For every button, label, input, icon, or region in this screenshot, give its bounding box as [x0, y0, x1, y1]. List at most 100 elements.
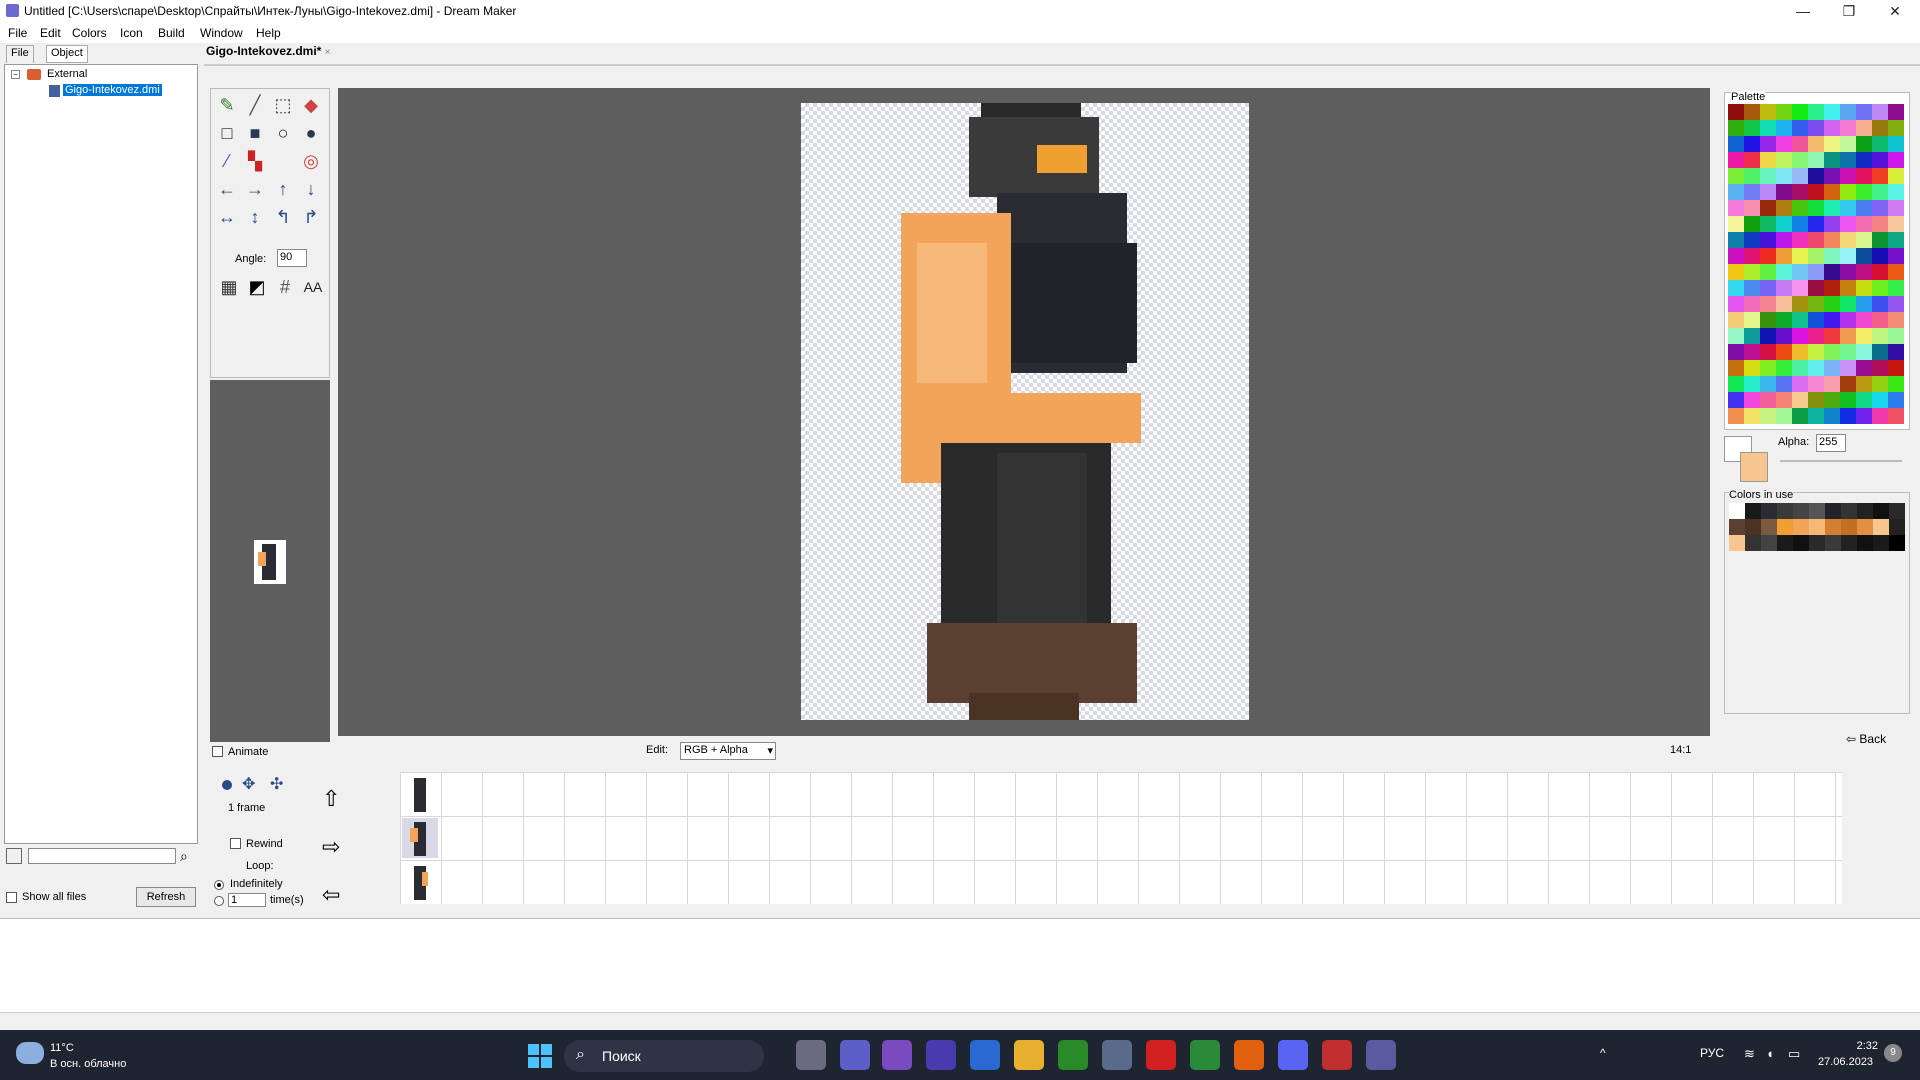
palette-swatch[interactable]	[1824, 120, 1840, 136]
palette-swatch[interactable]	[1888, 344, 1904, 360]
used-color-swatch[interactable]	[1873, 535, 1889, 551]
palette-swatch[interactable]	[1872, 392, 1888, 408]
arrow-right-icon[interactable]: ⇨	[322, 834, 340, 860]
palette-swatch[interactable]	[1744, 216, 1760, 232]
palette-swatch[interactable]	[1792, 184, 1808, 200]
palette-swatch[interactable]	[1728, 392, 1744, 408]
palette-swatch[interactable]	[1776, 168, 1792, 184]
palette-swatch[interactable]	[1824, 408, 1840, 424]
used-color-swatch[interactable]	[1857, 535, 1873, 551]
frame-thumb[interactable]	[402, 818, 438, 858]
palette-swatch[interactable]	[1856, 280, 1872, 296]
palette-swatch[interactable]	[1728, 408, 1744, 424]
palette-swatch[interactable]	[1760, 248, 1776, 264]
palette-swatch[interactable]	[1776, 264, 1792, 280]
palette-swatch[interactable]	[1808, 408, 1824, 424]
palette-swatch[interactable]	[1728, 232, 1744, 248]
menu-icon[interactable]: Icon	[120, 26, 143, 40]
menu-window[interactable]: Window	[200, 26, 243, 40]
palette-swatch[interactable]	[1856, 168, 1872, 184]
palette-swatch[interactable]	[1856, 232, 1872, 248]
used-color-swatch[interactable]	[1825, 535, 1841, 551]
palette-swatch[interactable]	[1840, 200, 1856, 216]
filled-rectangle-icon[interactable]: ■	[243, 121, 267, 145]
palette-swatch[interactable]	[1744, 408, 1760, 424]
notification-badge[interactable]: 9	[1884, 1044, 1902, 1062]
palette-swatch[interactable]	[1872, 136, 1888, 152]
palette-swatch[interactable]	[1760, 104, 1776, 120]
tree-root[interactable]: External	[47, 68, 87, 80]
game-icon[interactable]	[1322, 1040, 1352, 1070]
palette-swatch[interactable]	[1856, 296, 1872, 312]
grid-icon[interactable]: ▦	[217, 275, 241, 299]
palette-swatch[interactable]	[1856, 344, 1872, 360]
palette-swatch[interactable]	[1808, 360, 1824, 376]
close-button[interactable]: ✕	[1872, 0, 1918, 24]
palette-swatch[interactable]	[1840, 136, 1856, 152]
palette-swatch[interactable]	[1872, 168, 1888, 184]
palette-swatch[interactable]	[1792, 392, 1808, 408]
used-color-swatch[interactable]	[1761, 503, 1777, 519]
used-color-swatch[interactable]	[1745, 535, 1761, 551]
palette-swatch[interactable]	[1760, 328, 1776, 344]
palette-swatch[interactable]	[1872, 232, 1888, 248]
palette-swatch[interactable]	[1888, 392, 1904, 408]
rewind-checkbox[interactable]	[230, 838, 241, 849]
palette-swatch[interactable]	[1776, 152, 1792, 168]
palette-swatch[interactable]	[1808, 136, 1824, 152]
palette-swatch[interactable]	[1792, 312, 1808, 328]
palette-swatch[interactable]	[1776, 104, 1792, 120]
palette-swatch[interactable]	[1728, 184, 1744, 200]
palette-swatch[interactable]	[1808, 104, 1824, 120]
palette-swatch[interactable]	[1760, 296, 1776, 312]
arrow-up-icon[interactable]: ↑	[271, 177, 295, 201]
palette-swatch[interactable]	[1744, 392, 1760, 408]
palette-swatch[interactable]	[1808, 200, 1824, 216]
palette-swatch[interactable]	[1840, 216, 1856, 232]
frame-grid[interactable]	[400, 772, 1842, 904]
used-color-swatch[interactable]	[1729, 519, 1745, 535]
palette-swatch[interactable]	[1728, 264, 1744, 280]
maximize-button[interactable]: ❐	[1826, 0, 1872, 24]
palette-swatch[interactable]	[1840, 296, 1856, 312]
palette-swatch[interactable]	[1776, 296, 1792, 312]
palette-swatch[interactable]	[1808, 392, 1824, 408]
palette-swatch[interactable]	[1824, 296, 1840, 312]
document-tab[interactable]: Gigo-Intekovez.dmi* ×	[206, 44, 331, 64]
palette-swatch[interactable]	[1808, 344, 1824, 360]
edit-mode-select[interactable]: RGB + Alpha ▾	[680, 742, 776, 760]
used-color-swatch[interactable]	[1873, 503, 1889, 519]
palette-swatch[interactable]	[1728, 104, 1744, 120]
palette-swatch[interactable]	[1840, 328, 1856, 344]
eyedropper-icon[interactable]: ⁄	[215, 149, 239, 173]
arrow-left-icon[interactable]: ←	[215, 177, 239, 201]
palette-swatch[interactable]	[1808, 280, 1824, 296]
palette-swatch[interactable]	[1840, 120, 1856, 136]
palette-swatch[interactable]	[1728, 328, 1744, 344]
zoom-level[interactable]: 14:1	[1670, 744, 1691, 756]
palette-swatch[interactable]	[1792, 328, 1808, 344]
palette-swatch[interactable]	[1792, 200, 1808, 216]
palette-swatch[interactable]	[1792, 264, 1808, 280]
palette-swatch[interactable]	[1760, 152, 1776, 168]
used-color-swatch[interactable]	[1761, 519, 1777, 535]
explorer-icon[interactable]	[1014, 1040, 1044, 1070]
used-color-swatch[interactable]	[1825, 519, 1841, 535]
used-color-swatch[interactable]	[1729, 503, 1745, 519]
used-color-swatch[interactable]	[1825, 503, 1841, 519]
discord-icon[interactable]	[1278, 1040, 1308, 1070]
dream-maker-icon[interactable]	[1366, 1040, 1396, 1070]
used-color-swatch[interactable]	[1809, 519, 1825, 535]
palette-swatch[interactable]	[1856, 376, 1872, 392]
palette-swatch[interactable]	[1840, 376, 1856, 392]
palette-swatch[interactable]	[1840, 168, 1856, 184]
rectangle-icon[interactable]: □	[215, 121, 239, 145]
palette-swatch[interactable]	[1808, 168, 1824, 184]
search-box[interactable]: ⌕ Поиск	[564, 1040, 764, 1072]
back-button[interactable]: ⇦ Back	[1846, 732, 1886, 746]
palette-swatch[interactable]	[1776, 216, 1792, 232]
used-color-swatch[interactable]	[1745, 503, 1761, 519]
tab-file[interactable]: File	[6, 45, 34, 63]
palette-swatch[interactable]	[1888, 232, 1904, 248]
foreground-color-swatch[interactable]	[1740, 452, 1768, 482]
